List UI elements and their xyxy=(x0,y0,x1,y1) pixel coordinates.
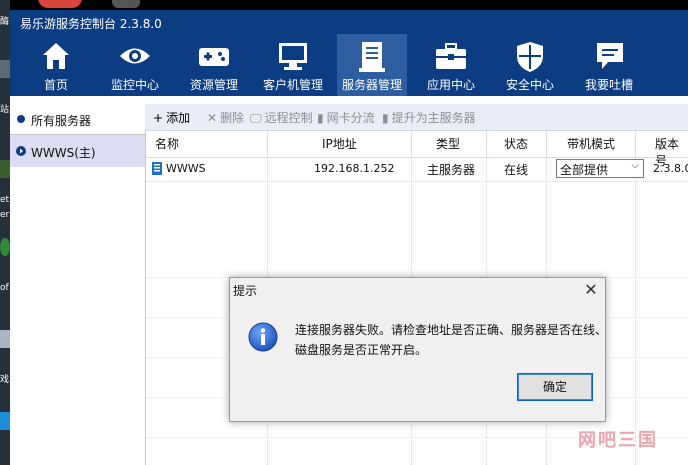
delete-button[interactable]: ✕ 删除 xyxy=(207,109,244,126)
toolbox-icon xyxy=(436,43,466,69)
server-document-icon xyxy=(359,42,385,72)
nic-split-label: 网卡分流 xyxy=(326,111,375,125)
column-divider[interactable] xyxy=(546,131,547,157)
column-divider[interactable] xyxy=(635,131,636,157)
eye-icon xyxy=(120,48,150,64)
cell-ip: 192.168.1.252 xyxy=(314,162,395,175)
mode-select-value: 全部提供 xyxy=(560,163,609,177)
watermark: 网吧三国 xyxy=(578,430,658,451)
column-header-version[interactable]: 版本号 xyxy=(655,135,688,168)
chevron-down-icon: ⌵ xyxy=(631,160,639,171)
dialog-message-line-1: 连接服务器失败。请检查地址是否正确、服务器是否在线、 xyxy=(295,323,608,337)
nav-label: 安全中心 xyxy=(505,78,554,92)
desktop-shortcut-icon[interactable] xyxy=(0,238,10,256)
desktop-shortcut-icon[interactable] xyxy=(0,412,10,430)
nav-label: 我要吐槽 xyxy=(584,78,633,92)
expand-arrow-icon[interactable] xyxy=(16,146,26,156)
dialog-body: 连接服务器失败。请检查地址是否正确、服务器是否在线、 磁盘服务是否正常开启。 确… xyxy=(230,303,608,421)
nav-label: 应用中心 xyxy=(426,78,475,92)
desktop-strip: 酶 站 et er of 戏 xyxy=(0,0,10,465)
cell-type: 主服务器 xyxy=(427,163,476,177)
delete-label: 删除 xyxy=(220,111,245,125)
sidebar-item-wwws-main[interactable]: WWWS(主) xyxy=(10,135,145,167)
desktop-shortcut-icon[interactable] xyxy=(0,160,10,178)
promote-main-server-button[interactable]: ▮ 提升为主服务器 xyxy=(382,109,476,126)
gamepad-icon xyxy=(199,48,229,66)
server-sidebar: 所有服务器 WWWS(主) xyxy=(10,104,146,465)
cell-name: WWWS xyxy=(166,162,206,175)
column-header-name[interactable]: 名称 xyxy=(155,135,179,153)
row-divider xyxy=(146,181,688,182)
main-nav-bar: 首页 监控中心 资源管理 客户机管理 服务器管理 应用中心 安全中心 我要吐槽 xyxy=(10,34,688,96)
desktop-text-fragment: 站 xyxy=(0,105,10,115)
sidebar-item-label: WWWS(主) xyxy=(31,146,96,160)
desktop-shortcut-icon[interactable] xyxy=(0,330,10,348)
nav-client-management[interactable]: 客户机管理 xyxy=(258,34,328,96)
cell-version: 2.3.8.0 xyxy=(653,162,688,175)
chat-icon xyxy=(597,43,623,69)
column-header-status[interactable]: 状态 xyxy=(504,135,528,153)
shield-icon xyxy=(517,42,543,72)
desktop-text-fragment: et xyxy=(0,195,10,205)
nav-label: 监控中心 xyxy=(110,78,159,92)
x-icon: ✕ xyxy=(207,111,218,125)
app-window: 易乐游服务控制台 2.3.8.0 首页 监控中心 资源管理 客户机管理 服务器管… xyxy=(10,0,688,465)
cell-status: 在线 xyxy=(504,163,529,177)
nav-label: 资源管理 xyxy=(189,78,238,92)
add-button[interactable]: + 添加 xyxy=(153,109,190,126)
column-divider[interactable] xyxy=(486,131,487,157)
nav-feedback[interactable]: 我要吐槽 xyxy=(574,34,644,96)
desktop-shortcut-icon[interactable] xyxy=(0,60,10,78)
column-header-type[interactable]: 类型 xyxy=(436,135,460,153)
mode-select[interactable]: 全部提供 ⌵ xyxy=(556,159,644,178)
column-header-mode[interactable]: 带机模式 xyxy=(567,135,615,153)
nav-server-management[interactable]: 服务器管理 xyxy=(337,34,407,96)
desktop-text-fragment: of xyxy=(0,283,9,293)
add-label: 添加 xyxy=(166,111,191,125)
close-icon[interactable]: ✕ xyxy=(583,280,599,299)
home-icon xyxy=(43,43,69,69)
dialog-message-line-2: 磁盘服务是否正常开启。 xyxy=(295,343,428,357)
column-header-ip[interactable]: IP地址 xyxy=(322,135,357,153)
sidebar-item-label: 所有服务器 xyxy=(31,114,92,128)
nav-app-center[interactable]: 应用中心 xyxy=(416,34,486,96)
monitor-icon xyxy=(279,43,307,70)
remote-control-button[interactable]: 🖵 远程控制 xyxy=(250,109,313,126)
info-icon xyxy=(248,322,278,352)
remote-desktop-icon: 🖵 xyxy=(250,111,262,125)
nic-split-button[interactable]: ▮ 网卡分流 xyxy=(317,109,375,126)
window-title: 易乐游服务控制台 2.3.8.0 xyxy=(20,17,162,31)
nav-monitor-center[interactable]: 监控中心 xyxy=(100,34,170,96)
grid-line xyxy=(635,157,637,465)
app-logo-icon xyxy=(38,0,82,8)
sidebar-item-all-servers[interactable]: 所有服务器 xyxy=(10,104,145,135)
network-card-icon: ▮ xyxy=(317,111,324,125)
column-divider[interactable] xyxy=(267,131,268,157)
server-toolbar: + 添加 ✕ 删除 🖵 远程控制 ▮ 网卡分流 ▮ 提升为主服务器 xyxy=(145,104,688,131)
server-up-icon: ▮ xyxy=(382,111,389,125)
nav-security-center[interactable]: 安全中心 xyxy=(495,34,565,96)
promote-label: 提升为主服务器 xyxy=(391,111,476,125)
ok-button[interactable]: 确定 xyxy=(517,373,593,401)
column-divider[interactable] xyxy=(411,131,412,157)
nav-label: 首页 xyxy=(43,78,68,92)
nav-label: 服务器管理 xyxy=(341,78,402,92)
nav-resource-management[interactable]: 资源管理 xyxy=(179,34,249,96)
plus-icon: + xyxy=(153,111,164,125)
server-icon xyxy=(152,162,162,175)
desktop-text-fragment: er xyxy=(0,210,10,220)
desktop-text-fragment: 酶 xyxy=(0,17,10,27)
secondary-logo-icon xyxy=(112,0,140,8)
alert-dialog: 提示 ✕ 连接服务器失败。请检查地址是否正确、服务器是否在线、 磁盘服务是否正常… xyxy=(229,277,608,422)
nav-home[interactable]: 首页 xyxy=(21,34,91,96)
bullet-icon xyxy=(17,115,25,123)
desktop-text-fragment: 戏 xyxy=(0,375,10,385)
nav-label: 客户机管理 xyxy=(262,78,323,92)
window-top-trim xyxy=(10,0,688,10)
dialog-title: 提示 xyxy=(233,284,258,298)
remote-label: 远程控制 xyxy=(264,111,313,125)
